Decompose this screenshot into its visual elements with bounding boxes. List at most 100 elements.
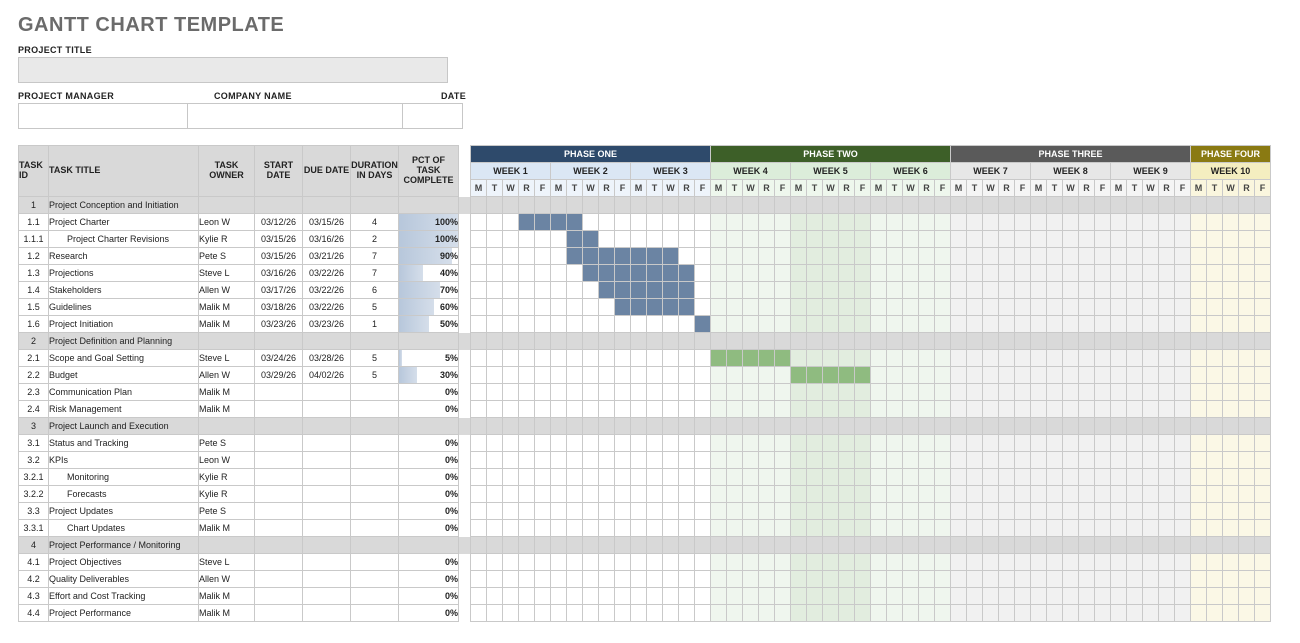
task-id-cell[interactable]: 4.1 [19,554,49,571]
pct-complete-cell[interactable] [399,197,459,214]
task-id-cell[interactable]: 2.2 [19,367,49,384]
task-owner-cell[interactable]: Steve L [199,265,255,282]
due-date-cell[interactable] [303,469,351,486]
start-date-cell[interactable] [255,384,303,401]
duration-cell[interactable]: 5 [351,350,399,367]
pct-complete-cell[interactable]: 0% [399,605,459,622]
duration-cell[interactable] [351,418,399,435]
task-id-cell[interactable]: 3.2.1 [19,469,49,486]
pct-complete-cell[interactable]: 70% [399,282,459,299]
duration-cell[interactable] [351,537,399,554]
start-date-cell[interactable] [255,503,303,520]
task-title-cell[interactable]: Quality Deliverables [49,571,199,588]
pct-complete-cell[interactable]: 90% [399,248,459,265]
pct-complete-cell[interactable]: 0% [399,588,459,605]
pct-complete-cell[interactable] [399,537,459,554]
duration-cell[interactable] [351,486,399,503]
start-date-cell[interactable] [255,605,303,622]
task-id-cell[interactable]: 2.3 [19,384,49,401]
start-date-cell[interactable] [255,401,303,418]
duration-cell[interactable] [351,554,399,571]
task-title-cell[interactable]: Budget [49,367,199,384]
task-id-cell[interactable]: 4.2 [19,571,49,588]
pct-complete-cell[interactable]: 0% [399,486,459,503]
pct-complete-cell[interactable]: 0% [399,520,459,537]
pct-complete-cell[interactable]: 30% [399,367,459,384]
due-date-cell[interactable] [303,554,351,571]
pct-complete-cell[interactable]: 60% [399,299,459,316]
task-title-cell[interactable]: Project Definition and Planning [49,333,199,350]
duration-cell[interactable]: 5 [351,367,399,384]
duration-cell[interactable] [351,333,399,350]
due-date-cell[interactable]: 03/22/26 [303,299,351,316]
due-date-cell[interactable] [303,401,351,418]
task-title-cell[interactable]: Project Objectives [49,554,199,571]
due-date-cell[interactable]: 03/16/26 [303,231,351,248]
task-id-cell[interactable]: 2.1 [19,350,49,367]
duration-cell[interactable] [351,571,399,588]
pct-complete-cell[interactable]: 40% [399,265,459,282]
task-owner-cell[interactable]: Malik M [199,605,255,622]
due-date-cell[interactable] [303,435,351,452]
duration-cell[interactable]: 7 [351,248,399,265]
task-owner-cell[interactable]: Pete S [199,435,255,452]
task-id-cell[interactable]: 1.1.1 [19,231,49,248]
task-title-cell[interactable]: Project Launch and Execution [49,418,199,435]
pct-complete-cell[interactable]: 0% [399,503,459,520]
pct-complete-cell[interactable]: 100% [399,214,459,231]
task-title-cell[interactable]: Projections [49,265,199,282]
task-id-cell[interactable]: 1.1 [19,214,49,231]
pct-complete-cell[interactable]: 0% [399,452,459,469]
task-id-cell[interactable]: 1.4 [19,282,49,299]
company-name-input[interactable] [188,103,403,129]
pct-complete-cell[interactable]: 100% [399,231,459,248]
task-title-cell[interactable]: Risk Management [49,401,199,418]
task-id-cell[interactable]: 4.4 [19,605,49,622]
task-title-cell[interactable]: Effort and Cost Tracking [49,588,199,605]
start-date-cell[interactable] [255,197,303,214]
task-owner-cell[interactable] [199,197,255,214]
start-date-cell[interactable] [255,452,303,469]
task-title-cell[interactable]: Communication Plan [49,384,199,401]
task-title-cell[interactable]: Project Charter [49,214,199,231]
start-date-cell[interactable] [255,588,303,605]
start-date-cell[interactable] [255,333,303,350]
task-owner-cell[interactable]: Malik M [199,316,255,333]
start-date-cell[interactable]: 03/23/26 [255,316,303,333]
due-date-cell[interactable]: 03/21/26 [303,248,351,265]
task-owner-cell[interactable] [199,537,255,554]
start-date-cell[interactable]: 03/29/26 [255,367,303,384]
task-title-cell[interactable]: Project Conception and Initiation [49,197,199,214]
duration-cell[interactable]: 6 [351,282,399,299]
task-owner-cell[interactable]: Malik M [199,384,255,401]
task-id-cell[interactable]: 1.2 [19,248,49,265]
due-date-cell[interactable]: 03/22/26 [303,265,351,282]
task-id-cell[interactable]: 4 [19,537,49,554]
task-title-cell[interactable]: Project Performance [49,605,199,622]
start-date-cell[interactable] [255,435,303,452]
task-title-cell[interactable]: Forecasts [49,486,199,503]
task-owner-cell[interactable]: Pete S [199,503,255,520]
task-title-cell[interactable]: Chart Updates [49,520,199,537]
task-owner-cell[interactable]: Steve L [199,554,255,571]
start-date-cell[interactable] [255,571,303,588]
task-id-cell[interactable]: 1.5 [19,299,49,316]
start-date-cell[interactable]: 03/18/26 [255,299,303,316]
due-date-cell[interactable] [303,537,351,554]
start-date-cell[interactable]: 03/15/26 [255,248,303,265]
due-date-cell[interactable] [303,520,351,537]
task-owner-cell[interactable]: Kylie R [199,231,255,248]
task-id-cell[interactable]: 1.3 [19,265,49,282]
due-date-cell[interactable] [303,503,351,520]
task-owner-cell[interactable] [199,333,255,350]
task-owner-cell[interactable]: Malik M [199,520,255,537]
due-date-cell[interactable] [303,571,351,588]
duration-cell[interactable]: 2 [351,231,399,248]
task-id-cell[interactable]: 3.2 [19,452,49,469]
task-owner-cell[interactable]: Steve L [199,350,255,367]
duration-cell[interactable]: 7 [351,265,399,282]
task-owner-cell[interactable]: Leon W [199,452,255,469]
pct-complete-cell[interactable]: 50% [399,316,459,333]
start-date-cell[interactable] [255,520,303,537]
task-owner-cell[interactable]: Allen W [199,282,255,299]
